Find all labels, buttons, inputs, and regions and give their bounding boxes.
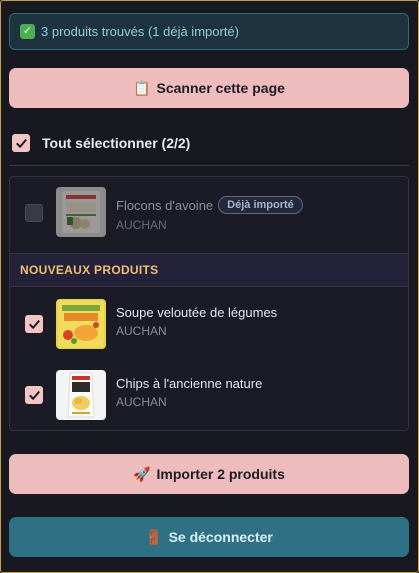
product-info: Flocons d'avoine Déjà importé AUCHAN [116, 196, 303, 232]
check-mark-icon: ✓ [20, 24, 35, 39]
import-products-label: Importer 2 produits [156, 466, 285, 482]
product-info: Chips à l'ancienne nature AUCHAN [116, 376, 262, 409]
select-all-checkbox[interactable] [12, 134, 30, 152]
divider [9, 165, 409, 166]
select-all-label: Tout sélectionner (2/2) [42, 135, 191, 151]
list-item[interactable]: Chips à l'ancienne nature AUCHAN [10, 365, 408, 425]
product-brand: AUCHAN [116, 395, 167, 409]
product-name: Soupe veloutée de légumes [116, 305, 278, 320]
scan-page-button[interactable]: 📋 Scanner cette page [9, 68, 409, 108]
product-name: Flocons d'avoine [116, 197, 214, 213]
checkmark-icon [15, 138, 27, 148]
logout-button[interactable]: 🚪 Se déconnecter [9, 517, 409, 557]
scan-page-label: Scanner cette page [156, 80, 285, 96]
select-all-row[interactable]: Tout sélectionner (2/2) [12, 132, 190, 154]
product-info: Soupe veloutée de légumes AUCHAN [116, 305, 277, 338]
product-brand: AUCHAN [116, 218, 167, 232]
logout-label: Se déconnecter [168, 529, 273, 545]
product-brand: AUCHAN [116, 324, 167, 338]
product-checkbox[interactable] [25, 315, 43, 333]
product-checkbox-disabled [25, 204, 43, 222]
section-title: NOUVEAUX PRODUITS [20, 263, 159, 277]
status-banner: ✓ 3 produits trouvés (1 déjà importé) [9, 13, 409, 50]
product-list: Flocons d'avoine Déjà importé AUCHAN NOU… [9, 176, 409, 431]
list-item[interactable]: Soupe veloutée de légumes AUCHAN [10, 294, 408, 354]
checkmark-icon [28, 319, 40, 329]
product-checkbox[interactable] [25, 386, 43, 404]
import-products-button[interactable]: 🚀 Importer 2 produits [9, 454, 409, 494]
product-name: Chips à l'ancienne nature [116, 376, 263, 391]
already-imported-badge: Déjà importé [218, 196, 303, 214]
clipboard-icon: 📋 [133, 79, 151, 96]
new-products-section-header: NOUVEAUX PRODUITS [10, 253, 408, 287]
product-image-chips [56, 370, 106, 420]
status-text: 3 produits trouvés (1 déjà importé) [41, 24, 239, 39]
product-image-vegetable-soup [56, 299, 106, 349]
product-name-row: Flocons d'avoine Déjà importé [116, 196, 303, 214]
list-item-imported: Flocons d'avoine Déjà importé AUCHAN [10, 183, 408, 243]
checkmark-icon [28, 390, 40, 400]
extension-popup: ✓ 3 produits trouvés (1 déjà importé) 📋 … [0, 0, 419, 573]
rocket-icon: 🚀 [133, 465, 151, 482]
door-icon: 🚪 [145, 528, 163, 545]
product-image-oat-flakes [56, 187, 106, 237]
